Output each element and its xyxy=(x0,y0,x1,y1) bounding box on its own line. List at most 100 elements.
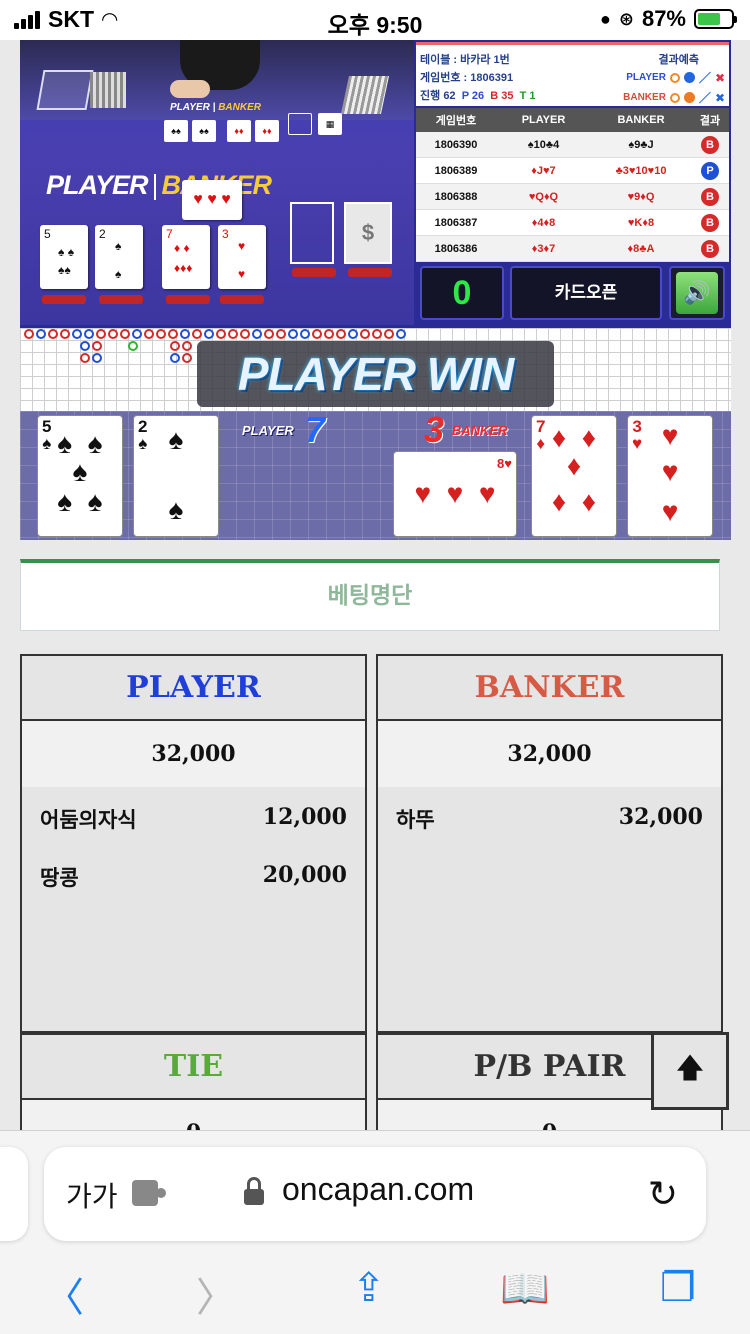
blue-dot-icon xyxy=(683,72,695,83)
road-marker xyxy=(92,341,102,351)
history-row: 1806390 ♠10♣4 ♠9♣J B xyxy=(416,132,729,158)
banker-card-3: 3 ♥ ♥ ♥ ♥ xyxy=(627,415,713,537)
road-marker xyxy=(288,329,298,339)
dealer-hand xyxy=(170,80,210,98)
road-marker xyxy=(180,329,190,339)
history-game-number: 1806389 xyxy=(434,164,478,177)
battery-percent: 87% xyxy=(641,6,686,31)
bet-row: 어둠의자식 12,000 xyxy=(40,804,347,834)
bet-row: 하뚜 32,000 xyxy=(396,804,703,834)
banker-card-pad xyxy=(220,295,264,304)
road-marker xyxy=(80,353,90,363)
video-card-player-2: 2 ♠ ♠ xyxy=(95,225,143,289)
card-discard-box xyxy=(36,70,94,110)
scroll-to-top-button[interactable]: 🡅 xyxy=(651,1032,729,1110)
card-pips: ♦ xyxy=(566,450,582,481)
arrow-up-icon[interactable]: 🡅 xyxy=(676,1047,705,1095)
road-marker xyxy=(170,353,180,363)
history-game-number: 1806386 xyxy=(434,242,478,255)
history-player-cards: ♦3♦7 xyxy=(531,242,556,255)
prediction-title: 결과예측 xyxy=(658,54,699,66)
player-card-1: 5 ♠ ♠ ♠ ♠ ♠ ♠ xyxy=(37,415,123,537)
bettor-name: 땅콩 xyxy=(40,866,79,890)
baccarat-game-panel: PLAYER | BANKER ♠♠ ♠♠ ♦♦ ♦♦ ▦ PLAYERBANK… xyxy=(20,40,731,540)
win-banner: PLAYER WIN xyxy=(197,341,554,407)
bookmarks-icon[interactable]: 📖 xyxy=(500,1265,550,1312)
history-player-cards: ♥Q♦Q xyxy=(528,190,559,203)
sound-toggle[interactable]: 🔊 xyxy=(669,266,725,320)
road-marker xyxy=(168,329,178,339)
player-score: 7 xyxy=(305,409,326,450)
card-pips: ♥ xyxy=(661,420,679,451)
address-bar[interactable]: 가가 oncapan.com ↻ xyxy=(44,1147,706,1241)
card-open-button[interactable]: 카드오픈 xyxy=(510,266,662,320)
tabs-icon[interactable]: ❐ xyxy=(660,1265,696,1311)
history-table: 게임번호 PLAYER BANKER 결과 1806390 ♠10♣4 ♠9♣J B 1… xyxy=(416,108,729,262)
road-marker xyxy=(312,329,322,339)
bettor-name: 하뚜 xyxy=(396,808,435,832)
browser-bottom-bar: 가가 oncapan.com ↻ 〈 〉 ⇪ 📖 ❐ xyxy=(0,1130,750,1334)
forward-icon[interactable]: 〉 xyxy=(196,1265,236,1323)
road-marker xyxy=(108,329,118,339)
bet-amount: 20,000 xyxy=(262,862,347,888)
card-pips: ♦ ♦ xyxy=(551,486,597,517)
back-icon[interactable]: 〈 xyxy=(44,1265,84,1323)
road-marker xyxy=(348,329,358,339)
road-marker xyxy=(324,329,334,339)
history-result: B xyxy=(691,187,729,206)
card-pips: ♠ ♠ xyxy=(57,486,103,517)
game-info-panel: 테이블 : 바카라 1번 게임번호 : 1806391 진행 62 P 26 B… xyxy=(414,40,731,325)
history-row: 1806388 ♥Q♦Q ♥9♦Q B xyxy=(416,184,729,210)
road-marker xyxy=(60,329,70,339)
slash-icon: ／ xyxy=(698,71,711,85)
banker-card-1: ♥ ♥ ♥ 8♥ xyxy=(393,451,517,537)
card-suit-text: ♥ xyxy=(504,456,512,471)
pred-player-label: PLAYER xyxy=(626,72,666,83)
road-marker xyxy=(396,329,406,339)
player-card-pad xyxy=(42,295,86,304)
card-pips: ♥ xyxy=(661,496,679,527)
road-marker xyxy=(84,329,94,339)
road-marker xyxy=(252,329,262,339)
extension-icon[interactable] xyxy=(132,1180,166,1206)
road-marker xyxy=(216,329,226,339)
history-header: 게임번호 PLAYER BANKER 결과 xyxy=(416,108,729,132)
text-size-button[interactable]: 가가 xyxy=(66,1175,118,1215)
history-game-number: 1806390 xyxy=(434,138,478,151)
previous-tab-preview[interactable] xyxy=(0,1147,28,1241)
history-result: B xyxy=(691,135,729,154)
banker-card-pad xyxy=(166,295,210,304)
speaker-icon[interactable]: 🔊 xyxy=(676,272,718,314)
video-mini-card: ♦♦ xyxy=(255,120,279,142)
banker-bets-total: 32,000 xyxy=(378,721,721,787)
rotation-lock-icon: ⊛ xyxy=(618,8,634,29)
history-banker-cards: ♥K♦8 xyxy=(627,216,655,229)
road-marker xyxy=(128,341,138,351)
road-marker xyxy=(204,329,214,339)
history-player-cards: ♠10♣4 xyxy=(527,138,560,151)
progress-label: 진행 xyxy=(420,90,441,102)
history-result: B xyxy=(691,213,729,232)
banker-prediction: BANKER ／ ✖ xyxy=(623,89,725,106)
live-video-feed: PLAYER | BANKER ♠♠ ♠♠ ♦♦ ♦♦ ▦ PLAYER BANK… xyxy=(20,40,414,325)
bettor-name: 어둠의자식 xyxy=(40,808,137,832)
result-badge: B xyxy=(701,213,719,232)
history-banker-cards: ♥9♦Q xyxy=(627,190,655,203)
video-card-banker-2: 3 ♥ ♥ xyxy=(218,225,266,289)
result-background xyxy=(20,411,731,540)
reload-icon[interactable]: ↻ xyxy=(648,1173,678,1215)
table-mini-label: PLAYER | BANKER xyxy=(170,102,261,113)
x-icon: ✖ xyxy=(714,70,725,85)
side-card-pad xyxy=(348,268,392,277)
tie-bets-heading: TIE xyxy=(22,1035,365,1100)
road-marker xyxy=(80,341,90,351)
video-card-banker-1: 7 ♦ ♦ ♦♦♦ xyxy=(162,225,210,289)
bet-amount: 12,000 xyxy=(262,804,347,830)
url-domain[interactable]: oncapan.com xyxy=(282,1171,474,1208)
tie-count: T 1 xyxy=(519,90,536,102)
history-rows: 1806390 ♠10♣4 ♠9♣J B 1806389 ♦J♥7 ♣3♥10♥10 P 180… xyxy=(416,132,729,262)
road-marker xyxy=(24,329,34,339)
road-marker xyxy=(120,329,130,339)
share-icon[interactable]: ⇪ xyxy=(352,1265,386,1311)
player-card-2: 2 ♠ ♠ ♠ xyxy=(133,415,219,537)
